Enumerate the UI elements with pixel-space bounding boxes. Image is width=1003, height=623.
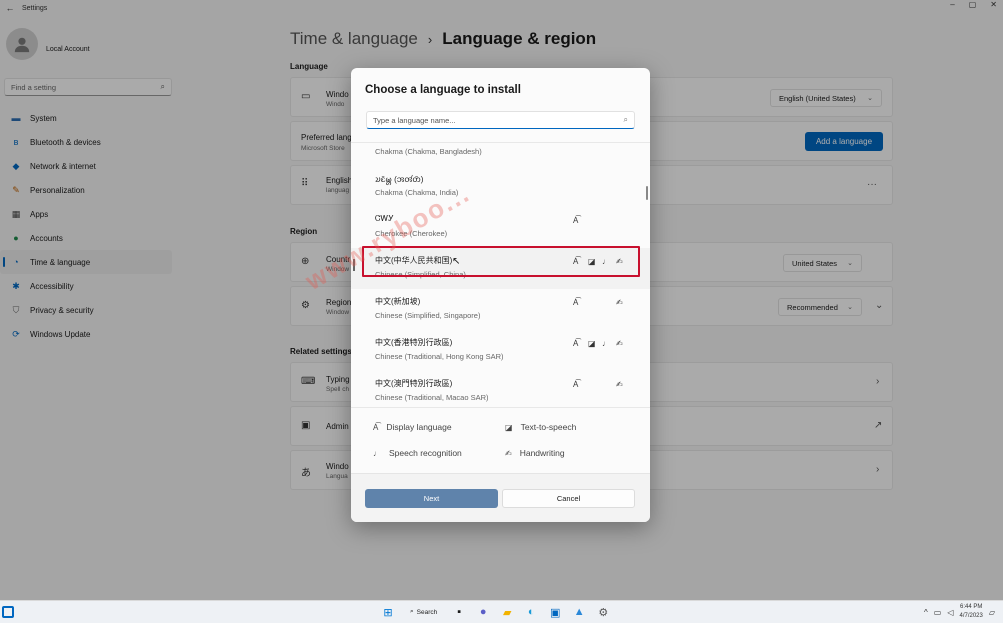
settings-gear-icon[interactable]: ⚙: [595, 604, 611, 620]
display-language-icon: A͡: [573, 298, 579, 307]
clock-date: 4/7/2023: [959, 613, 983, 619]
clock-time: 6:44 PM: [959, 604, 983, 610]
language-english-name: Chinese (Traditional, Macao SAR): [375, 393, 489, 402]
language-english-name: Chinese (Traditional, Hong Kong SAR): [375, 352, 504, 361]
language-native-name: 中文(澳門特別行政區): [375, 379, 453, 388]
search-placeholder: Type a language name...: [373, 115, 456, 125]
display-language-icon: A͡: [573, 380, 579, 389]
handwriting-icon: ✍: [505, 448, 512, 458]
language-english-name: Chakma (Chakma, Bangladesh): [375, 147, 482, 156]
widgets-icon[interactable]: [2, 606, 14, 618]
cancel-button[interactable]: Cancel: [502, 489, 635, 508]
network-icon[interactable]: ▭: [934, 608, 942, 617]
choose-language-dialog: Choose a language to install Type a lang…: [351, 68, 650, 522]
focus-indicator: [353, 259, 355, 271]
language-english-name: Cherokee (Cherokee): [375, 229, 448, 238]
legend-label: Handwriting: [519, 448, 565, 458]
language-list-item[interactable]: 𑄌𑄋𑄴𑄟𑄳𑄦 (𑄞𑄢𑄧𑄖𑄴) Chakma (Chakma, India): [351, 166, 650, 207]
language-list-item[interactable]: Chakma (Chakma, Bangladesh): [351, 143, 650, 166]
dialog-title: Choose a language to install: [365, 84, 521, 96]
microphone-icon: ♩: [602, 339, 610, 348]
legend-handwriting: ✍ Handwriting: [505, 448, 565, 458]
handwriting-icon: ✍: [616, 339, 623, 348]
task-view-icon[interactable]: ▪: [451, 604, 467, 620]
system-tray: ^ ▭ ◁ 6:44 PM 4/7/2023 ▱: [924, 603, 995, 621]
legend-label: Speech recognition: [389, 448, 462, 458]
legend-speech: ♩ Speech recognition: [373, 448, 462, 458]
legend-tts: ◪ Text-to-speech: [505, 422, 576, 432]
photos-icon[interactable]: ▲: [571, 604, 587, 620]
notification-icon[interactable]: ▱: [989, 608, 995, 617]
taskbar: ⊞ ⌕ Search ▪ ● ▰ ◐ ▣ ▲ ⚙ ^ ▭ ◁ 6:44 PM 4/…: [0, 600, 1003, 623]
legend-display: A͡ Display language: [373, 422, 452, 432]
display-language-icon: A͡: [573, 216, 579, 225]
start-icon[interactable]: ⊞: [380, 604, 396, 620]
capability-legend: A͡ Display language ◪ Text-to-speech ♩ Spee…: [351, 408, 650, 473]
highlight-annotation-box: [362, 246, 640, 277]
search-icon: ⌕: [623, 115, 628, 124]
clock[interactable]: 6:44 PM 4/7/2023: [959, 603, 982, 621]
volume-icon[interactable]: ◁: [947, 608, 953, 617]
tray-chevron-icon[interactable]: ^: [924, 608, 928, 617]
language-list-item[interactable]: 中文(香港特別行政區) Chinese (Traditional, Hong Ko…: [351, 330, 650, 371]
legend-label: Display language: [386, 422, 452, 432]
legend-label: Text-to-speech: [520, 422, 577, 432]
language-native-name: 中文(新加坡): [375, 297, 421, 306]
language-list-item[interactable]: 中文(新加坡) Chinese (Simplified, Singapore) A͡…: [351, 289, 650, 330]
next-button[interactable]: Next: [365, 489, 498, 508]
mouse-cursor-icon: ↖: [452, 256, 461, 267]
list-scrollbar[interactable]: [646, 186, 648, 200]
language-native-name: ᏣᎳᎩ: [375, 214, 394, 223]
display-language-icon: A͡: [573, 339, 579, 348]
language-list-item[interactable]: ᏣᎳᎩ Cherokee (Cherokee) A͡: [351, 207, 650, 248]
chat-icon[interactable]: ●: [475, 604, 491, 620]
edge-icon[interactable]: ◐: [523, 604, 539, 620]
language-search-input[interactable]: Type a language name... ⌕: [366, 111, 635, 129]
text-to-speech-icon: ◪: [588, 339, 596, 348]
taskbar-search[interactable]: ⌕ Search: [404, 604, 443, 620]
taskbar-search-label: Search: [416, 608, 438, 616]
file-explorer-icon[interactable]: ▰: [499, 604, 515, 620]
display-language-icon: A͡: [373, 422, 379, 432]
language-english-name: Chakma (Chakma, India): [375, 188, 459, 197]
language-list-item[interactable]: 中文(澳門特別行政區) Chinese (Traditional, Macao S…: [351, 371, 650, 407]
microphone-icon: ♩: [373, 448, 381, 458]
language-native-name: 𑄌𑄋𑄴𑄟𑄳𑄦 (𑄞𑄢𑄧𑄖𑄴): [375, 175, 424, 184]
language-native-name: 中文(香港特別行政區): [375, 338, 453, 347]
language-english-name: Chinese (Simplified, Singapore): [375, 311, 481, 320]
store-icon[interactable]: ▣: [547, 604, 563, 620]
handwriting-icon: ✍: [616, 380, 623, 389]
search-icon: ⌕: [410, 608, 414, 615]
taskbar-center: ⊞ ⌕ Search ▪ ● ▰ ◐ ▣ ▲ ⚙: [380, 604, 611, 620]
handwriting-icon: ✍: [616, 298, 623, 307]
text-to-speech-icon: ◪: [505, 422, 513, 432]
dialog-footer: Next Cancel: [351, 473, 650, 522]
